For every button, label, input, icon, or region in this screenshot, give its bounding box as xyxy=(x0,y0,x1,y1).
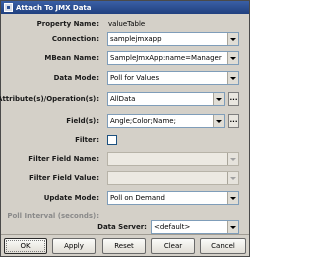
app-icon xyxy=(4,3,13,12)
filter-field-value-select[interactable] xyxy=(107,171,239,185)
attributes-value: AllData xyxy=(110,95,136,103)
data-mode-value: Poll for Values xyxy=(110,74,160,82)
button-bar-divider xyxy=(1,234,249,235)
apply-button[interactable]: Apply xyxy=(52,238,96,254)
chevron-down-icon[interactable] xyxy=(213,93,224,105)
fields-value: Angle;Color;Name; xyxy=(110,117,176,125)
filter-field-value-label: Filter Field Value: xyxy=(28,174,99,182)
property-name-value: valueTable xyxy=(108,20,146,28)
chevron-down-icon[interactable] xyxy=(227,153,238,165)
filter-field-name-select[interactable] xyxy=(107,152,239,166)
chevron-down-icon[interactable] xyxy=(227,33,238,45)
data-mode-select[interactable]: Poll for Values xyxy=(107,71,239,85)
mbean-name-value: SampleJmxApp:name=Manager xyxy=(110,54,222,62)
connection-label: Connection: xyxy=(51,35,99,43)
chevron-down-icon[interactable] xyxy=(227,172,238,184)
connection-value: samplejmxapp xyxy=(110,35,162,43)
reset-button[interactable]: Reset xyxy=(102,238,146,254)
data-server-value: <default> xyxy=(154,223,191,231)
poll-interval-label: Poll Interval (seconds): xyxy=(7,212,99,220)
attributes-label: Attribute(s)/Operation(s): xyxy=(0,95,99,103)
chevron-down-icon[interactable] xyxy=(227,52,238,64)
update-mode-value: Poll on Demand xyxy=(110,194,165,202)
window-title: Attach To JMX Data xyxy=(16,3,92,12)
attributes-select[interactable]: AllData xyxy=(107,92,225,106)
filter-checkbox[interactable] xyxy=(107,135,117,145)
fields-label: Field(s): xyxy=(66,117,99,125)
cancel-button[interactable]: Cancel xyxy=(200,238,246,254)
connection-select[interactable]: samplejmxapp xyxy=(107,32,239,46)
mbean-name-label: MBean Name: xyxy=(44,54,99,62)
title-bar[interactable]: Attach To JMX Data xyxy=(1,1,249,14)
chevron-down-icon[interactable] xyxy=(227,192,238,204)
chevron-down-icon[interactable] xyxy=(227,72,238,84)
mbean-name-select[interactable]: SampleJmxApp:name=Manager xyxy=(107,51,239,65)
data-mode-label: Data Mode: xyxy=(53,74,99,82)
property-name-label: Property Name: xyxy=(36,20,99,28)
data-server-label: Data Server: xyxy=(97,223,147,231)
filter-field-name-label: Filter Field Name: xyxy=(28,155,99,163)
data-server-select[interactable]: <default> xyxy=(151,220,239,234)
filter-label: Filter: xyxy=(75,136,99,144)
ok-button[interactable]: OK xyxy=(4,238,47,254)
update-mode-label: Update Mode: xyxy=(43,194,99,202)
chevron-down-icon[interactable] xyxy=(213,115,224,127)
chevron-down-icon[interactable] xyxy=(227,221,238,233)
fields-select[interactable]: Angle;Color;Name; xyxy=(107,114,225,128)
fields-browse-button[interactable]: ... xyxy=(228,114,239,128)
clear-button[interactable]: Clear xyxy=(151,238,195,254)
attributes-browse-button[interactable]: ... xyxy=(228,92,239,106)
update-mode-select[interactable]: Poll on Demand xyxy=(107,191,239,205)
attach-to-jmx-dialog: Attach To JMX Data Property Name: valueT… xyxy=(0,0,250,257)
